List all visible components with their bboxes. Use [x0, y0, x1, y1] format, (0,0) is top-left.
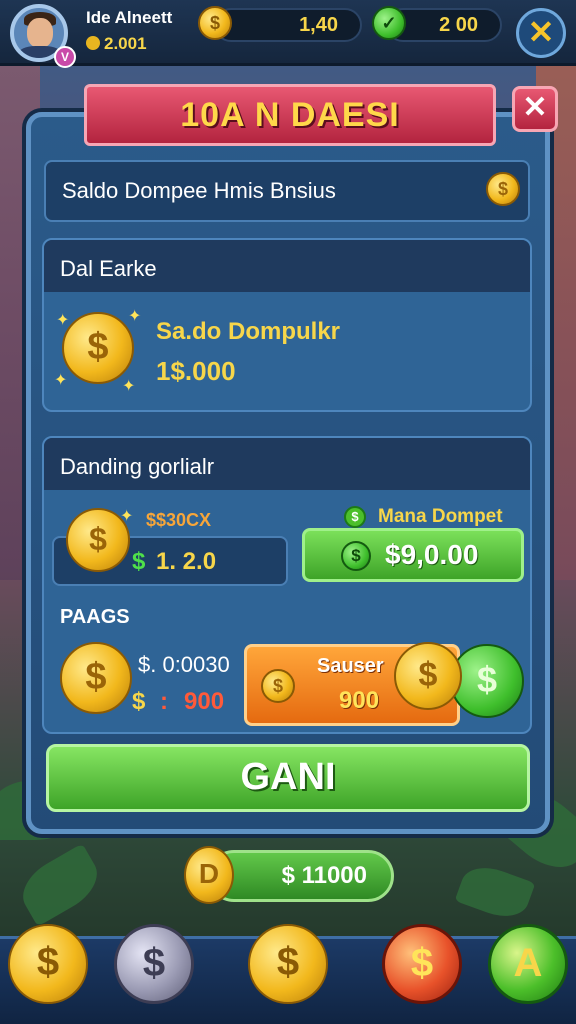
green-coin-icon: $	[341, 541, 371, 571]
top-close-button[interactable]: ✕	[516, 8, 566, 58]
top-bar: V Ide Alneett 2.001 1,40 $ 2 00 ✓ ✕	[0, 0, 576, 68]
sauser-button-value: 900	[339, 687, 380, 714]
gold-currency-value: 1,40	[299, 14, 338, 36]
nav-achievement-button[interactable]: A	[488, 924, 568, 1004]
mini-coin-icon	[86, 36, 100, 50]
dialog-close-button[interactable]: ✕	[512, 86, 558, 132]
balance-amount: 1$.000	[156, 356, 236, 386]
player-balance-value: 2.001	[104, 34, 147, 53]
amount-field-value: 1. 2.0	[156, 548, 217, 575]
wallet-header-bar[interactable]: Saldo Dompee Hmis Bnsius $	[44, 160, 530, 222]
vip-badge-icon: V	[54, 46, 76, 68]
gold-coin-icon: $	[60, 642, 132, 714]
sparkle-icon: ✦	[54, 372, 68, 389]
nav-gold-coin-button[interactable]: $	[248, 924, 328, 1004]
wallet-header-text: Saldo Dompee Hmis Bnsius	[62, 178, 336, 203]
gold-coin-icon: $	[261, 669, 295, 703]
sauser-button-label: Sauser	[317, 655, 384, 677]
background-leaf	[12, 843, 108, 927]
dialog-title: 10A N DAESI	[84, 84, 496, 146]
trade-section: Danding gorlialr $ 1. 2.0 $ ✦ $$30CX $ M…	[42, 436, 532, 734]
background-leaf	[454, 859, 536, 925]
main-wallet-label: Mana Dompet	[378, 506, 503, 527]
wallet-dollar-icon: $	[344, 506, 366, 528]
nav-gold-coin-button[interactable]: $	[8, 924, 88, 1004]
gold-currency-pill[interactable]: 1,40	[214, 8, 362, 42]
sparkle-icon: ✦	[122, 378, 136, 395]
header-coin-icon: $	[486, 172, 520, 206]
balance-section-heading: Dal Earke	[60, 256, 157, 281]
amount-field-prefix: $	[132, 548, 146, 575]
pages-row-separator: :	[160, 688, 168, 715]
gem-check-icon: ✓	[372, 6, 406, 40]
sparkle-icon: ✦	[56, 312, 70, 329]
pages-label: PAAGS	[60, 606, 130, 628]
pages-row-value: $. 0:0030	[138, 652, 230, 677]
nav-red-coin-button[interactable]: $	[382, 924, 462, 1004]
gani-button[interactable]: GANI	[46, 744, 530, 812]
sparkle-icon: ✦	[120, 508, 134, 525]
bottom-balance-pill[interactable]: $ 11000	[208, 850, 394, 902]
player-balance: 2.001	[86, 34, 147, 54]
pages-row-amount: 900	[184, 688, 225, 715]
player-name: Ide Alneett	[86, 8, 173, 27]
balance-label: Sa.do Dompulkr	[156, 318, 341, 345]
rate-label: $$30CX	[146, 510, 212, 530]
pages-row-prefix: $	[132, 688, 146, 715]
main-wallet-button[interactable]: $ $9,0.00	[302, 528, 524, 582]
bottom-balance-value: $ 11000	[281, 862, 367, 889]
sparkle-icon: ✦	[128, 308, 142, 325]
trade-section-heading: Danding gorlialr	[60, 454, 215, 479]
gem-currency-value: 2 00	[439, 14, 478, 36]
big-gold-coin-icon: $	[62, 312, 134, 384]
nav-silver-coin-button[interactable]: $	[114, 924, 194, 1004]
balance-section: Dal Earke $ ✦ ✦ ✦ ✦ Sa.do Dompulkr 1$.00…	[42, 238, 532, 412]
main-wallet-value: $9,0.00	[385, 539, 479, 570]
avatar-face	[27, 18, 53, 48]
gold-coin-icon: D	[184, 846, 234, 904]
gold-coin-icon: $	[198, 6, 232, 40]
gold-coin-icon: $	[394, 642, 462, 710]
